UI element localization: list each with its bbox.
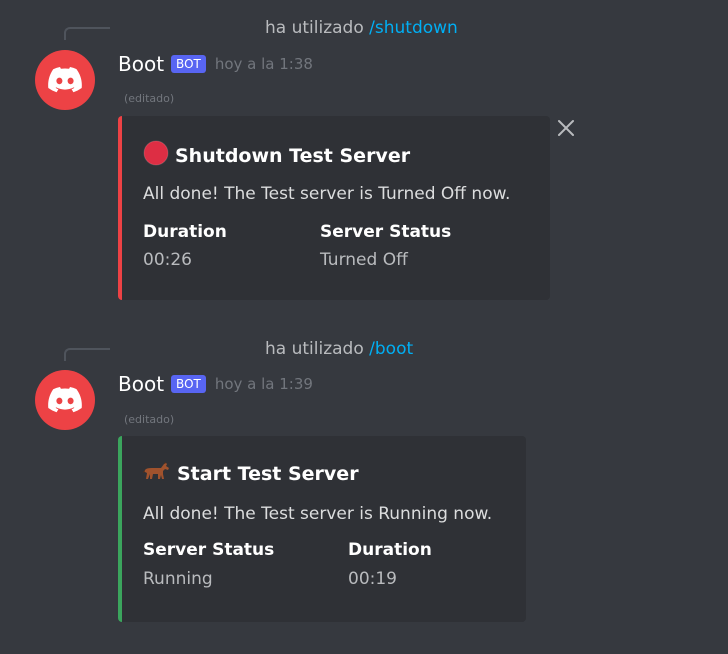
red-circle-icon [143,140,169,171]
remove-embed-button[interactable] [556,118,576,138]
embed-title: Start Test Server [143,460,359,487]
embed-title-text: Shutdown Test Server [175,144,411,167]
embed-description: All done! The Test server is Turned Off … [143,184,511,204]
embed: Start Test Server All done! The Test ser… [118,436,526,622]
embed-field: Duration 00:26 [143,222,227,270]
field-value: 00:19 [348,569,397,589]
timestamp[interactable]: hoy a la 1:38 [215,55,313,73]
reply-connector [64,348,110,361]
field-name: Duration [143,222,227,242]
avatar[interactable] [35,370,95,430]
username[interactable]: Boot [118,372,164,396]
message-shutdown: ha utilizado /shutdown Boot BOT hoy a la… [0,0,728,310]
reply-context[interactable]: ha utilizado /shutdown [265,18,458,38]
field-value: 00:26 [143,250,192,270]
embed-field: Server Status Running [143,540,274,589]
avatar[interactable] [35,50,95,110]
field-name: Server Status [143,540,275,560]
edited-label: (editado) [124,413,175,426]
horse-icon [143,460,171,487]
message-header: Boot BOT hoy a la 1:39 [118,372,313,396]
timestamp[interactable]: hoy a la 1:39 [215,375,313,393]
message-boot: ha utilizado /boot Boot BOT hoy a la 1:3… [0,320,728,630]
field-name: Duration [348,540,432,560]
embed-field: Server Status Turned Off [320,222,451,270]
embed-description: All done! The Test server is Running now… [143,504,493,524]
command-link[interactable]: /boot [369,339,413,359]
reply-context[interactable]: ha utilizado /boot [265,339,413,359]
field-value: Turned Off [320,250,408,270]
edited-label: (editado) [124,92,175,105]
embed-title: Shutdown Test Server [143,140,410,171]
embed-title-text: Start Test Server [177,462,359,485]
embed-field: Duration 00:19 [348,540,432,589]
embed: Shutdown Test Server All done! The Test … [118,116,550,300]
close-icon [558,120,574,136]
command-link[interactable]: /shutdown [369,18,458,38]
discord-logo-icon [48,67,82,93]
bot-tag: BOT [171,55,206,73]
field-value: Running [143,569,213,589]
username[interactable]: Boot [118,52,164,76]
reply-prefix: ha utilizado [265,339,370,359]
bot-tag: BOT [171,375,206,393]
reply-connector [64,27,110,40]
message-header: Boot BOT hoy a la 1:38 [118,52,313,76]
discord-logo-icon [48,387,82,413]
field-name: Server Status [320,222,452,242]
reply-prefix: ha utilizado [265,18,370,38]
